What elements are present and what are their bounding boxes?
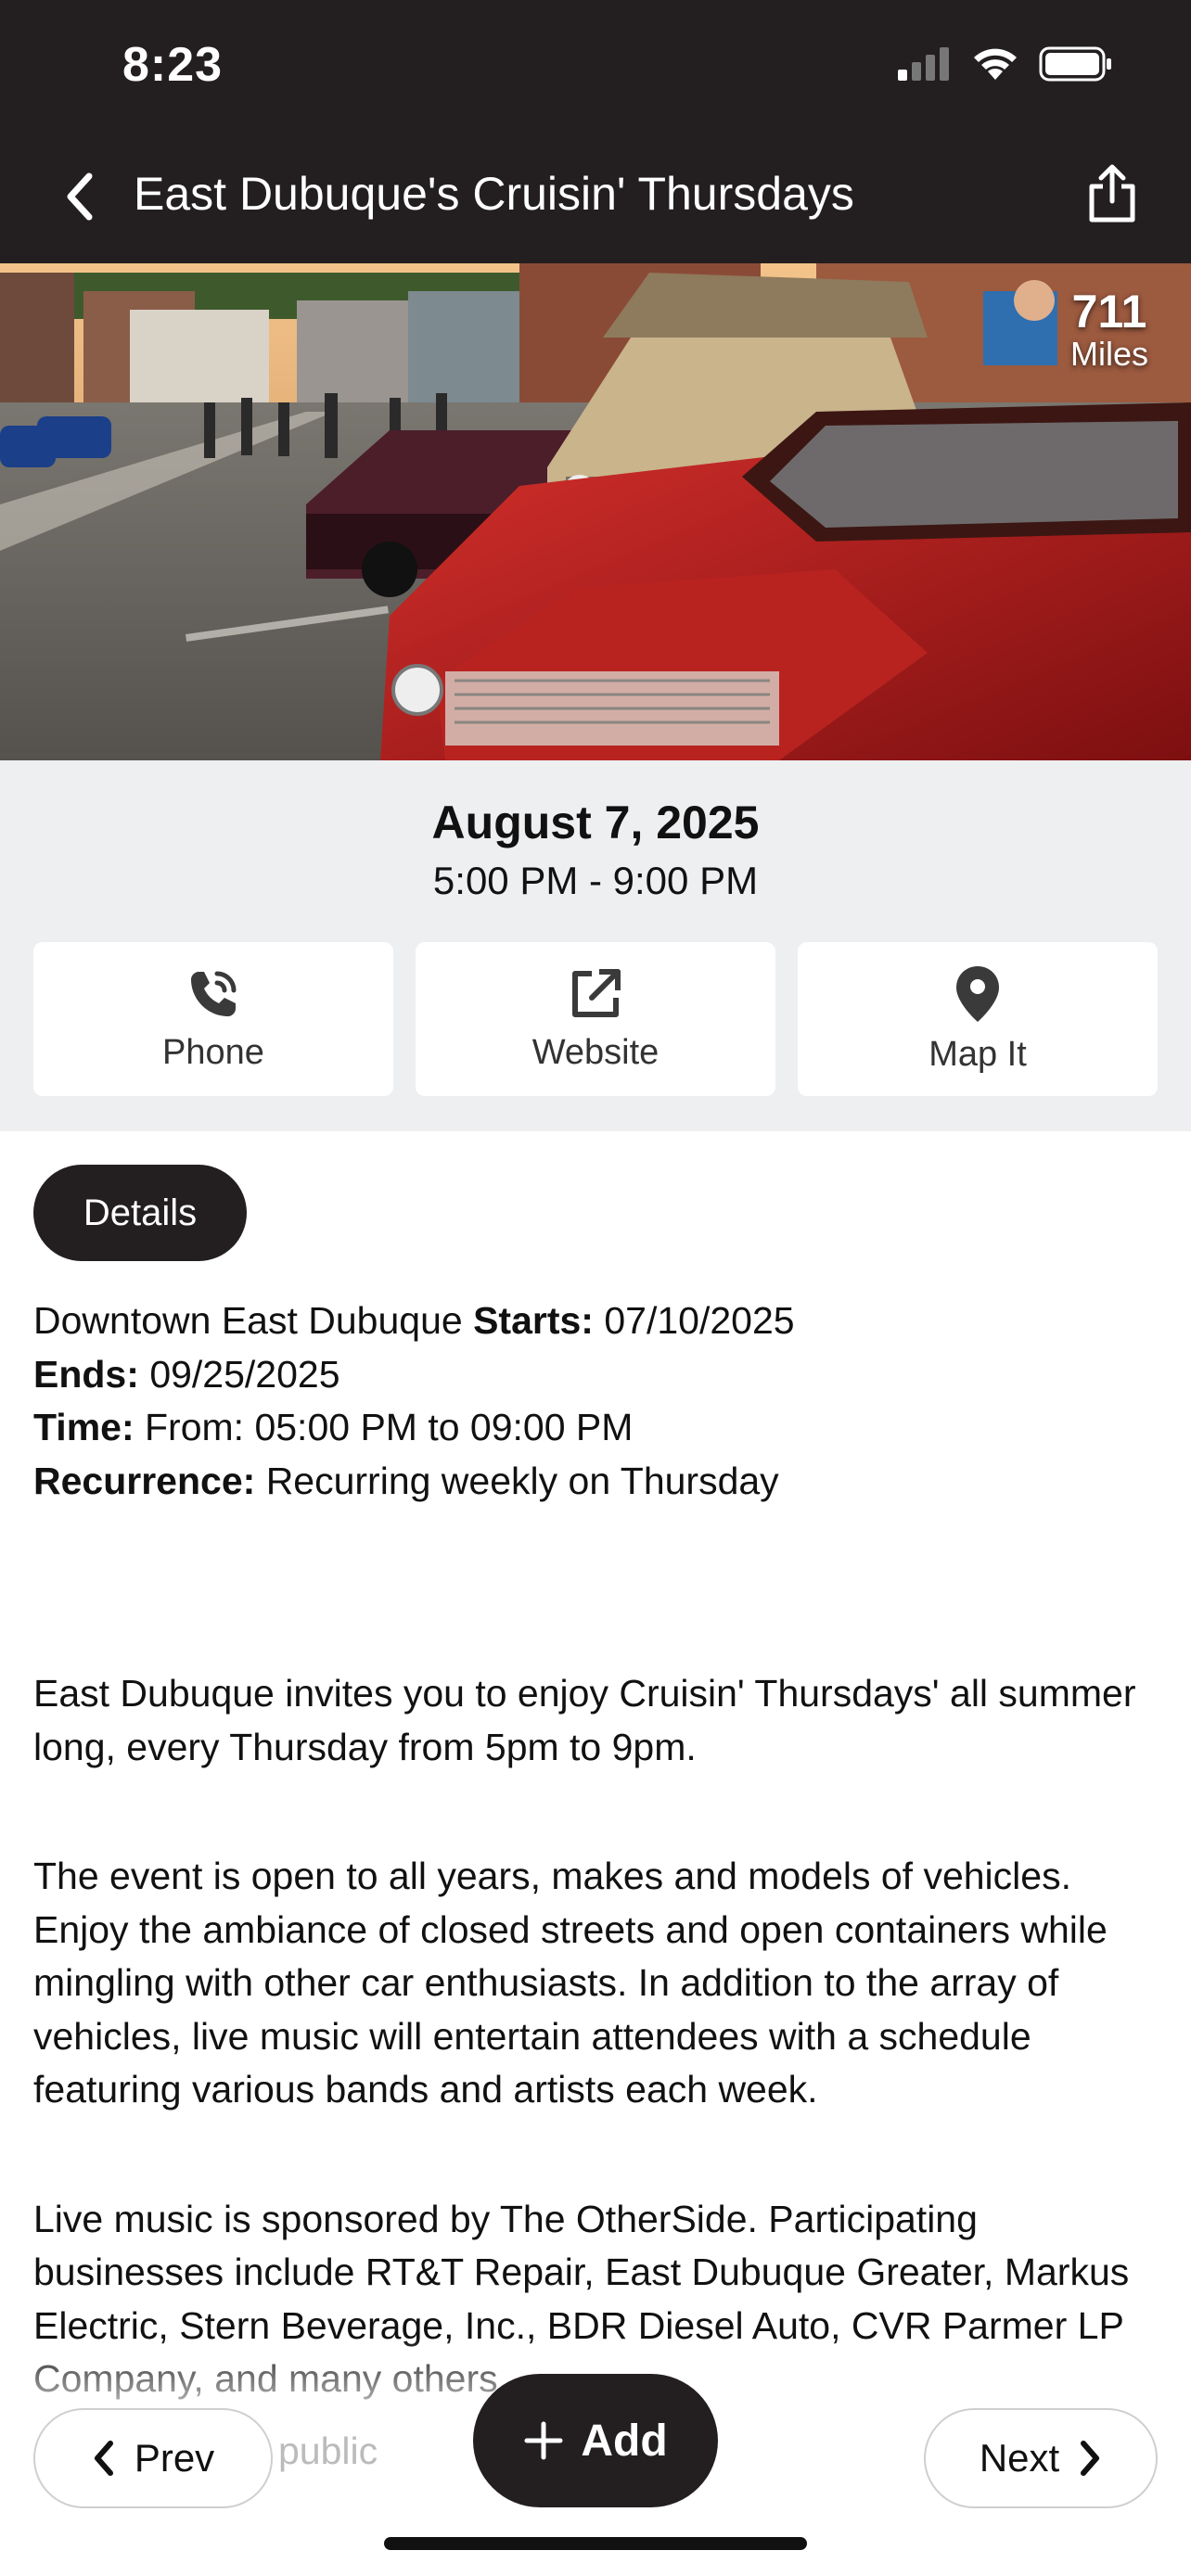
phone-label: Phone — [162, 1032, 264, 1072]
status-icons — [898, 46, 1113, 82]
details-tab[interactable]: Details — [33, 1165, 247, 1261]
next-label: Next — [979, 2436, 1060, 2480]
map-it-button[interactable]: Map It — [798, 942, 1158, 1096]
starts-value: 07/10/2025 — [604, 1299, 795, 1342]
chevron-left-icon — [67, 172, 93, 221]
recurrence-value: Recurring weekly on Thursday — [265, 1459, 779, 1502]
partial-text: public — [278, 2429, 378, 2472]
time-value: From: 05:00 PM to 09:00 PM — [145, 1406, 634, 1448]
nav-bar: East Dubuque's Cruisin' Thursdays — [0, 132, 1191, 263]
plus-icon — [524, 2421, 563, 2460]
battery-icon — [1039, 46, 1111, 82]
phone-icon — [191, 971, 237, 1016]
phone-button[interactable]: Phone — [33, 942, 393, 1096]
event-date: August 7, 2025 — [431, 797, 760, 848]
distance-unit: Miles — [1069, 335, 1148, 373]
action-buttons: Phone Website Map It — [33, 942, 1158, 1096]
distance-badge: 711 Miles — [1070, 287, 1148, 373]
event-details: Downtown East Dubuque Starts: 07/10/2025… — [33, 1294, 1159, 2406]
website-button[interactable]: Website — [416, 942, 775, 1096]
wifi-icon — [974, 48, 1017, 80]
map-it-label: Map It — [928, 1034, 1027, 1074]
ends-value: 09/25/2025 — [149, 1352, 340, 1396]
page-title: East Dubuque's Cruisin' Thursdays — [134, 168, 854, 220]
ends-label: Ends: — [33, 1352, 139, 1396]
chevron-left-icon — [94, 2441, 113, 2476]
map-pin-icon — [956, 965, 999, 1022]
chevron-right-icon — [1081, 2441, 1100, 2476]
details-line-2: Ends: 09/25/2025 — [33, 1348, 1159, 1402]
distance-value: 711 — [1071, 286, 1147, 338]
car-show-photo — [0, 263, 1191, 760]
add-button[interactable]: Add — [473, 2374, 718, 2507]
home-indicator — [384, 2537, 807, 2550]
add-label: Add — [581, 2416, 668, 2466]
event-info-section: August 7, 2025 5:00 PM - 9:00 PM Phone W… — [0, 760, 1191, 1131]
time-label: Time: — [33, 1406, 134, 1448]
share-icon — [1089, 164, 1135, 223]
back-button[interactable] — [43, 159, 117, 234]
location-text: Downtown East Dubuque — [33, 1299, 463, 1342]
description-paragraph-2: The event is open to all years, makes an… — [33, 1855, 1108, 2111]
share-button[interactable] — [1070, 152, 1154, 236]
prev-label: Prev — [134, 2436, 215, 2480]
details-line-4: Recurrence: Recurring weekly on Thursday — [33, 1455, 1159, 1509]
status-time: 8:23 — [122, 38, 224, 92]
status-bar: 8:23 — [0, 0, 1191, 132]
recurrence-label: Recurrence: — [33, 1459, 256, 1502]
website-label: Website — [531, 1032, 660, 1072]
details-line-3: Time: From: 05:00 PM to 09:00 PM — [33, 1401, 1159, 1455]
cellular-signal-icon — [898, 47, 949, 81]
event-hero-image: 711 Miles — [0, 263, 1191, 760]
external-link-icon — [572, 968, 621, 1017]
details-line-1: Downtown East Dubuque Starts: 07/10/2025 — [33, 1294, 1159, 1348]
starts-label: Starts: — [473, 1299, 594, 1342]
description-paragraph-1: East Dubuque invites you to enjoy Cruisi… — [33, 1672, 1136, 1768]
next-button[interactable]: Next — [924, 2408, 1158, 2508]
event-time: 5:00 PM - 9:00 PM — [432, 859, 759, 902]
prev-button[interactable]: Prev — [33, 2408, 273, 2508]
